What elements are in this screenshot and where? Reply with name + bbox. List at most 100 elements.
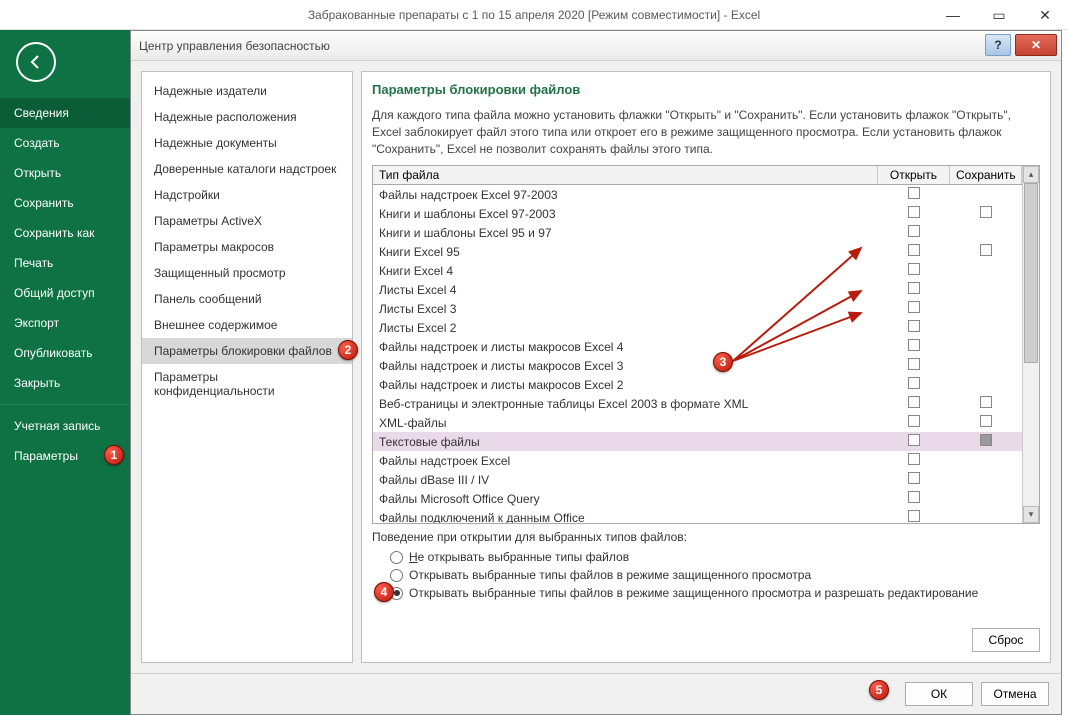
table-scrollbar[interactable]: ▴ ▾ — [1022, 166, 1039, 523]
nav-item-3[interactable]: Сохранить — [0, 188, 130, 218]
open-cell[interactable] — [878, 280, 950, 299]
save-cell[interactable] — [950, 337, 1022, 356]
category-item[interactable]: Надежные расположения — [142, 104, 352, 130]
nav-item-4[interactable]: Сохранить как — [0, 218, 130, 248]
radio-icon[interactable] — [390, 569, 403, 582]
category-item[interactable]: Доверенные каталоги надстроек — [142, 156, 352, 182]
checkbox[interactable] — [980, 396, 992, 408]
save-cell[interactable] — [950, 432, 1022, 451]
save-cell[interactable] — [950, 508, 1022, 523]
checkbox[interactable] — [908, 339, 920, 351]
nav-item-7[interactable]: Экспорт — [0, 308, 130, 338]
table-row[interactable]: Файлы надстроек Excel 97-2003 — [373, 185, 1022, 205]
open-cell[interactable] — [878, 185, 950, 205]
category-item[interactable]: Параметры блокировки файлов2 — [142, 338, 352, 364]
radio-option[interactable]: Открывать выбранные типы файлов в режиме… — [372, 584, 1040, 602]
save-cell[interactable] — [950, 185, 1022, 205]
table-row[interactable]: Файлы надстроек и листы макросов Excel 3 — [373, 356, 1022, 375]
checkbox[interactable] — [908, 510, 920, 522]
cancel-button[interactable]: Отмена — [981, 682, 1049, 706]
col-file-type[interactable]: Тип файла — [373, 166, 878, 185]
save-cell[interactable] — [950, 223, 1022, 242]
table-row[interactable]: Веб-страницы и электронные таблицы Excel… — [373, 394, 1022, 413]
table-row[interactable]: Текстовые файлы — [373, 432, 1022, 451]
scroll-up-icon[interactable]: ▴ — [1023, 166, 1039, 183]
save-cell[interactable] — [950, 299, 1022, 318]
open-cell[interactable] — [878, 223, 950, 242]
save-cell[interactable] — [950, 318, 1022, 337]
checkbox[interactable] — [908, 320, 920, 332]
table-row[interactable]: Книги Excel 95 — [373, 242, 1022, 261]
checkbox[interactable] — [908, 244, 920, 256]
save-cell[interactable] — [950, 242, 1022, 261]
save-cell[interactable] — [950, 375, 1022, 394]
nav-item-6[interactable]: Общий доступ — [0, 278, 130, 308]
ok-button[interactable]: ОК — [905, 682, 973, 706]
table-row[interactable]: Файлы надстроек и листы макросов Excel 2 — [373, 375, 1022, 394]
open-cell[interactable] — [878, 508, 950, 523]
open-cell[interactable] — [878, 299, 950, 318]
dialog-close-button[interactable]: ✕ — [1015, 34, 1057, 56]
open-cell[interactable] — [878, 432, 950, 451]
back-button[interactable] — [16, 42, 56, 82]
checkbox[interactable] — [980, 415, 992, 427]
minimize-button[interactable]: — — [930, 0, 976, 30]
checkbox[interactable] — [908, 434, 920, 446]
table-row[interactable]: Книги Excel 4 — [373, 261, 1022, 280]
maximize-button[interactable]: ▭ — [976, 0, 1022, 30]
open-cell[interactable] — [878, 394, 950, 413]
table-row[interactable]: Листы Excel 2 — [373, 318, 1022, 337]
checkbox[interactable] — [980, 244, 992, 256]
nav-item-0[interactable]: Сведения — [0, 98, 130, 128]
checkbox[interactable] — [908, 282, 920, 294]
category-item[interactable]: Надежные документы — [142, 130, 352, 156]
col-save[interactable]: Сохранить — [950, 166, 1022, 185]
open-cell[interactable] — [878, 204, 950, 223]
checkbox[interactable] — [908, 377, 920, 389]
checkbox[interactable] — [908, 301, 920, 313]
save-cell[interactable] — [950, 261, 1022, 280]
table-row[interactable]: Файлы подключений к данным Office — [373, 508, 1022, 523]
table-row[interactable]: Книги и шаблоны Excel 97-2003 — [373, 204, 1022, 223]
open-cell[interactable] — [878, 356, 950, 375]
checkbox[interactable] — [980, 434, 992, 446]
close-button[interactable]: ✕ — [1022, 0, 1068, 30]
table-row[interactable]: Файлы Microsoft Office Query — [373, 489, 1022, 508]
category-item[interactable]: Панель сообщений — [142, 286, 352, 312]
nav-params[interactable]: Параметры 1 — [0, 441, 130, 471]
table-row[interactable]: Файлы надстроек Excel — [373, 451, 1022, 470]
nav-item-1[interactable]: Создать — [0, 128, 130, 158]
radio-option[interactable]: Открывать выбранные типы файлов в режиме… — [372, 566, 1040, 584]
col-open[interactable]: Открыть — [878, 166, 950, 185]
radio-icon[interactable] — [390, 551, 403, 564]
table-row[interactable]: Книги и шаблоны Excel 95 и 97 — [373, 223, 1022, 242]
checkbox[interactable] — [908, 225, 920, 237]
nav-item-8[interactable]: Опубликовать — [0, 338, 130, 368]
checkbox[interactable] — [908, 187, 920, 199]
open-cell[interactable] — [878, 413, 950, 432]
nav-item-9[interactable]: Закрыть — [0, 368, 130, 398]
save-cell[interactable] — [950, 470, 1022, 489]
category-item[interactable]: Параметры ActiveX — [142, 208, 352, 234]
nav-item-2[interactable]: Открыть — [0, 158, 130, 188]
save-cell[interactable] — [950, 394, 1022, 413]
table-row[interactable]: Листы Excel 3 — [373, 299, 1022, 318]
open-cell[interactable] — [878, 337, 950, 356]
category-item[interactable]: Параметры макросов — [142, 234, 352, 260]
table-row[interactable]: Файлы dBase III / IV — [373, 470, 1022, 489]
save-cell[interactable] — [950, 451, 1022, 470]
nav-account[interactable]: Учетная запись — [0, 411, 130, 441]
checkbox[interactable] — [908, 491, 920, 503]
radio-option[interactable]: Не открывать выбранные типы файлов — [372, 548, 1040, 566]
checkbox[interactable] — [908, 206, 920, 218]
open-cell[interactable] — [878, 375, 950, 394]
checkbox[interactable] — [908, 358, 920, 370]
table-row[interactable]: XML-файлы — [373, 413, 1022, 432]
save-cell[interactable] — [950, 413, 1022, 432]
open-cell[interactable] — [878, 489, 950, 508]
save-cell[interactable] — [950, 204, 1022, 223]
dialog-help-button[interactable]: ? — [985, 34, 1011, 56]
category-item[interactable]: Внешнее содержимое — [142, 312, 352, 338]
open-cell[interactable] — [878, 261, 950, 280]
open-cell[interactable] — [878, 318, 950, 337]
